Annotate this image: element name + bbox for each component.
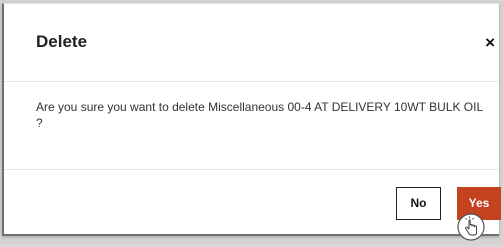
dialog-footer: No Yes — [4, 170, 501, 235]
confirmation-message: Are you sure you want to delete Miscella… — [36, 100, 483, 130]
dialog-header: Delete × — [4, 4, 499, 82]
delete-confirm-dialog: Delete × Are you sure you want to delete… — [2, 3, 501, 236]
hand-pointer-click-icon — [456, 212, 486, 242]
no-button[interactable]: No — [396, 187, 441, 220]
dialog-body: Are you sure you want to delete Miscella… — [4, 82, 499, 170]
dialog-title: Delete — [36, 32, 88, 51]
close-icon[interactable]: × — [485, 34, 495, 51]
